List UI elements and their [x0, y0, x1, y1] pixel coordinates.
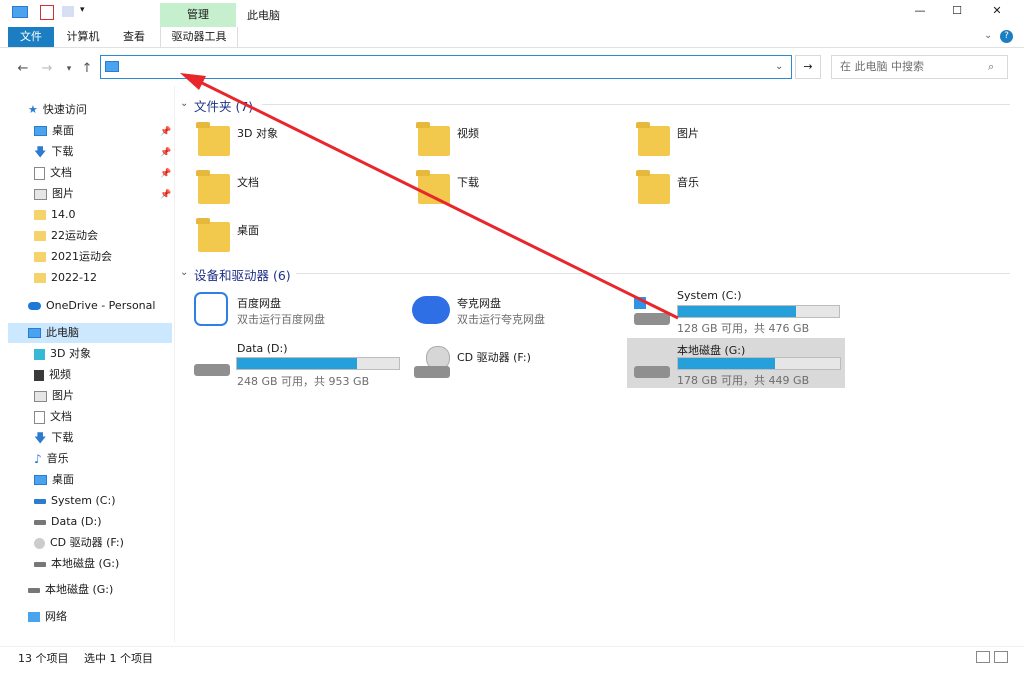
annotation-arrow — [180, 73, 679, 320]
annotation-arrow-shaft — [195, 78, 679, 320]
annotation-arrow-head — [180, 73, 206, 90]
